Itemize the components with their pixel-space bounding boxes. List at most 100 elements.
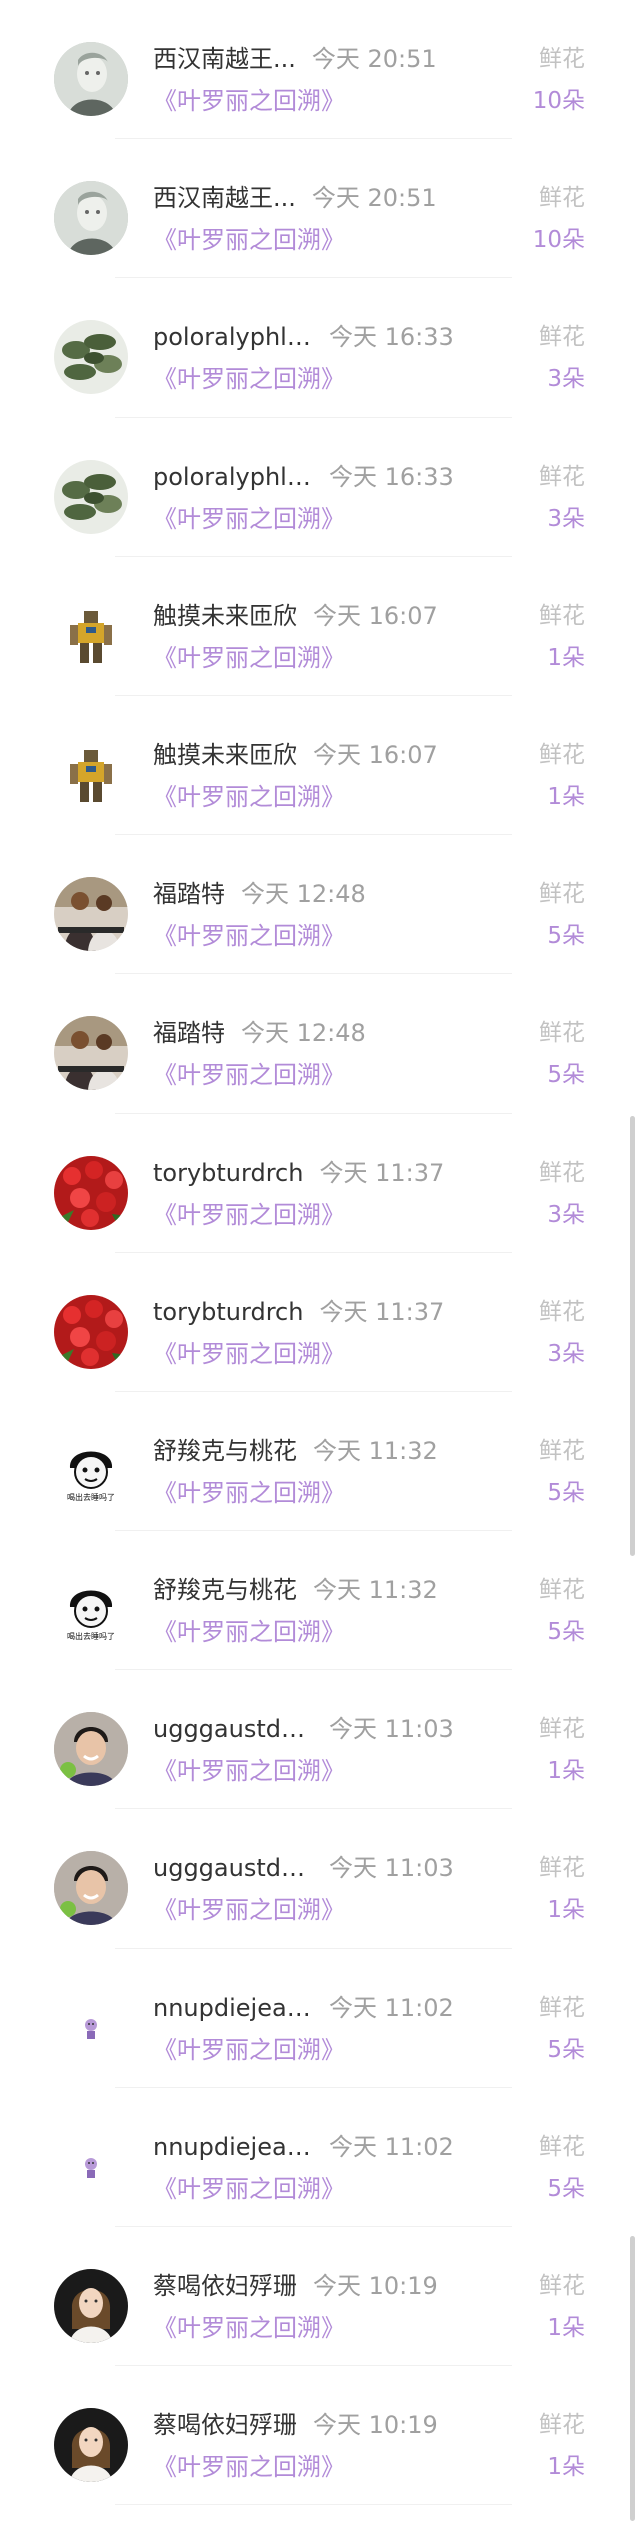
gift-count: 5朵: [547, 1619, 585, 1646]
gift-count: 1朵: [547, 644, 585, 671]
timestamp: 今天 16:07: [313, 740, 438, 769]
gift-type: 鲜花: [539, 881, 585, 908]
gift-count: 1朵: [547, 2315, 585, 2341]
name-line: ugggaustdra... 今天 11:03: [153, 1714, 454, 1744]
name-line: torybturdrch 今天 11:37: [153, 1158, 444, 1188]
book-title-link[interactable]: 《叶罗丽之回溯》: [153, 1478, 345, 1508]
book-title-link[interactable]: 《叶罗丽之回溯》: [153, 364, 345, 394]
name-line: torybturdrch 今天 11:37: [153, 1297, 444, 1327]
user-name[interactable]: torybturdrch: [153, 1158, 303, 1188]
user-name[interactable]: ugggaustdra...: [153, 1714, 313, 1744]
user-name[interactable]: poloralyphla...: [153, 322, 313, 352]
avatar[interactable]: [54, 42, 128, 116]
gift-count: 1朵: [547, 1897, 585, 1924]
book-title-link[interactable]: 《叶罗丽之回溯》: [153, 2313, 345, 2343]
gift-record-row[interactable]: poloralyphla... 今天 16:33 《叶罗丽之回溯》 鲜花 3朵: [0, 278, 640, 418]
book-title-link[interactable]: 《叶罗丽之回溯》: [153, 1895, 345, 1925]
avatar[interactable]: [54, 1016, 128, 1091]
user-name[interactable]: 福踏特: [153, 879, 225, 909]
book-title-link[interactable]: 《叶罗丽之回溯》: [153, 643, 345, 673]
user-name[interactable]: 福踏特: [153, 1018, 225, 1048]
user-name[interactable]: 触摸未来匝欣: [153, 601, 297, 631]
avatar[interactable]: [54, 1990, 128, 2065]
gift-count: 10朵: [532, 88, 585, 114]
book-title-link[interactable]: 《叶罗丽之回溯》: [153, 1617, 345, 1647]
book-title-link[interactable]: 《叶罗丽之回溯》: [153, 2035, 345, 2065]
gift-record-row[interactable]: 福踏特 今天 12:48 《叶罗丽之回溯》 鲜花 5朵: [0, 974, 640, 1114]
name-line: 福踏特 今天 12:48: [153, 879, 366, 909]
gift-record-row[interactable]: ugggaustdra... 今天 11:03 《叶罗丽之回溯》 鲜花 1朵: [0, 1670, 640, 1810]
book-title-link[interactable]: 《叶罗丽之回溯》: [153, 921, 345, 951]
gift-count: 3朵: [547, 366, 585, 393]
book-title-link[interactable]: 《叶罗丽之回溯》: [153, 1200, 345, 1230]
avatar[interactable]: 喝出去睡吗了: [54, 1573, 128, 1648]
gift-count: 1朵: [547, 1758, 585, 1785]
gift-record-row[interactable]: 喝出去睡吗了 舒羧克与桃花 今天 11:32 《叶罗丽之回溯》 鲜花 5朵: [0, 1392, 640, 1532]
gift-record-row[interactable]: 喝出去睡吗了 舒羧克与桃花 今天 11:32 《叶罗丽之回溯》 鲜花 5朵: [0, 1531, 640, 1671]
avatar[interactable]: 喝出去睡吗了: [54, 1433, 128, 1508]
avatar[interactable]: [54, 598, 128, 673]
gift-record-row[interactable]: poloralyphla... 今天 16:33 《叶罗丽之回溯》 鲜花 3朵: [0, 418, 640, 557]
avatar[interactable]: [54, 737, 128, 812]
avatar[interactable]: [54, 1851, 128, 1926]
gift-count: 1朵: [547, 2454, 585, 2481]
gift-record-row[interactable]: ugggaustdra... 今天 11:03 《叶罗丽之回溯》 鲜花 1朵: [0, 1809, 640, 1949]
scrollbar-thumb[interactable]: [630, 1116, 635, 1556]
gift-type: 鲜花: [539, 2133, 585, 2160]
gift-record-row[interactable]: 西汉南越王... 今天 20:51 《叶罗丽之回溯》 鲜花 10朵: [0, 139, 640, 279]
avatar[interactable]: [54, 459, 128, 534]
avatar[interactable]: [54, 1712, 128, 1787]
gift-count: 3朵: [547, 505, 585, 532]
gift-record-row[interactable]: 触摸未来匝欣 今天 16:07 《叶罗丽之回溯》 鲜花 1朵: [0, 696, 640, 836]
avatar[interactable]: [54, 877, 128, 952]
svg-text:喝出去睡吗了: 喝出去睡吗了: [67, 1492, 115, 1502]
book-title-link[interactable]: 《叶罗丽之回溯》: [153, 86, 345, 116]
user-name[interactable]: 西汉南越王...: [153, 44, 296, 74]
user-name[interactable]: nnupdiejeans: [153, 2132, 313, 2162]
user-name[interactable]: torybturdrch: [153, 1297, 303, 1327]
name-line: 福踏特 今天 12:48: [153, 1018, 366, 1048]
user-name[interactable]: 蔡喝依妇殍珊: [153, 2271, 297, 2301]
timestamp: 今天 11:37: [319, 1158, 445, 1187]
user-name[interactable]: nnupdiejeans: [153, 1993, 313, 2023]
gift-type: 鲜花: [539, 2412, 585, 2439]
user-name[interactable]: 西汉南越王...: [153, 183, 296, 213]
gift-count: 5朵: [547, 2036, 585, 2063]
user-name[interactable]: poloralyphla...: [153, 462, 313, 492]
book-title-link[interactable]: 《叶罗丽之回溯》: [153, 225, 345, 255]
name-line: poloralyphla... 今天 16:33: [153, 322, 454, 352]
name-line: nnupdiejeans 今天 11:02: [153, 2132, 454, 2162]
avatar[interactable]: [54, 2408, 128, 2483]
book-title-link[interactable]: 《叶罗丽之回溯》: [153, 1060, 345, 1090]
gift-record-row[interactable]: nnupdiejeans 今天 11:02 《叶罗丽之回溯》 鲜花 5朵: [0, 2088, 640, 2227]
avatar[interactable]: [54, 2269, 128, 2343]
book-title-link[interactable]: 《叶罗丽之回溯》: [153, 1756, 345, 1786]
gift-record-row[interactable]: 蔡喝依妇殍珊 今天 10:19 《叶罗丽之回溯》 鲜花 1朵: [0, 2227, 640, 2367]
book-title-link[interactable]: 《叶罗丽之回溯》: [153, 504, 345, 534]
avatar[interactable]: [54, 1294, 128, 1369]
gift-record-row[interactable]: torybturdrch 今天 11:37 《叶罗丽之回溯》 鲜花 3朵: [0, 1114, 640, 1253]
book-title-link[interactable]: 《叶罗丽之回溯》: [153, 1339, 345, 1369]
gift-record-row[interactable]: 西汉南越王... 今天 20:51 《叶罗丽之回溯》 鲜花 10朵: [0, 0, 640, 140]
avatar[interactable]: [54, 181, 128, 256]
gift-count: 5朵: [547, 1062, 585, 1089]
book-title-link[interactable]: 《叶罗丽之回溯》: [153, 782, 345, 812]
gift-record-row[interactable]: nnupdiejeans 今天 11:02 《叶罗丽之回溯》 鲜花 5朵: [0, 1949, 640, 2088]
user-name[interactable]: 蔡喝依妇殍珊: [153, 2410, 297, 2440]
gift-record-row[interactable]: 蔡喝依妇殍珊 今天 10:19 《叶罗丽之回溯》 鲜花 1朵: [0, 2366, 640, 2506]
avatar[interactable]: [54, 2129, 128, 2204]
gift-count: 3朵: [547, 1201, 585, 1228]
gift-count: 5朵: [547, 923, 585, 950]
book-title-link[interactable]: 《叶罗丽之回溯》: [153, 2452, 345, 2482]
user-name[interactable]: 舒羧克与桃花: [153, 1575, 297, 1605]
book-title-link[interactable]: 《叶罗丽之回溯》: [153, 2174, 345, 2204]
avatar[interactable]: [54, 320, 128, 395]
scrollbar-thumb-secondary[interactable]: [630, 2236, 635, 2521]
user-name[interactable]: 舒羧克与桃花: [153, 1436, 297, 1466]
gift-record-row[interactable]: 触摸未来匝欣 今天 16:07 《叶罗丽之回溯》 鲜花 1朵: [0, 557, 640, 696]
user-name[interactable]: 触摸未来匝欣: [153, 740, 297, 770]
gift-record-row[interactable]: torybturdrch 今天 11:37 《叶罗丽之回溯》 鲜花 3朵: [0, 1253, 640, 1392]
gift-record-row[interactable]: 福踏特 今天 12:48 《叶罗丽之回溯》 鲜花 5朵: [0, 835, 640, 975]
avatar[interactable]: [54, 1155, 128, 1230]
user-name[interactable]: ugggaustdra...: [153, 1853, 313, 1883]
